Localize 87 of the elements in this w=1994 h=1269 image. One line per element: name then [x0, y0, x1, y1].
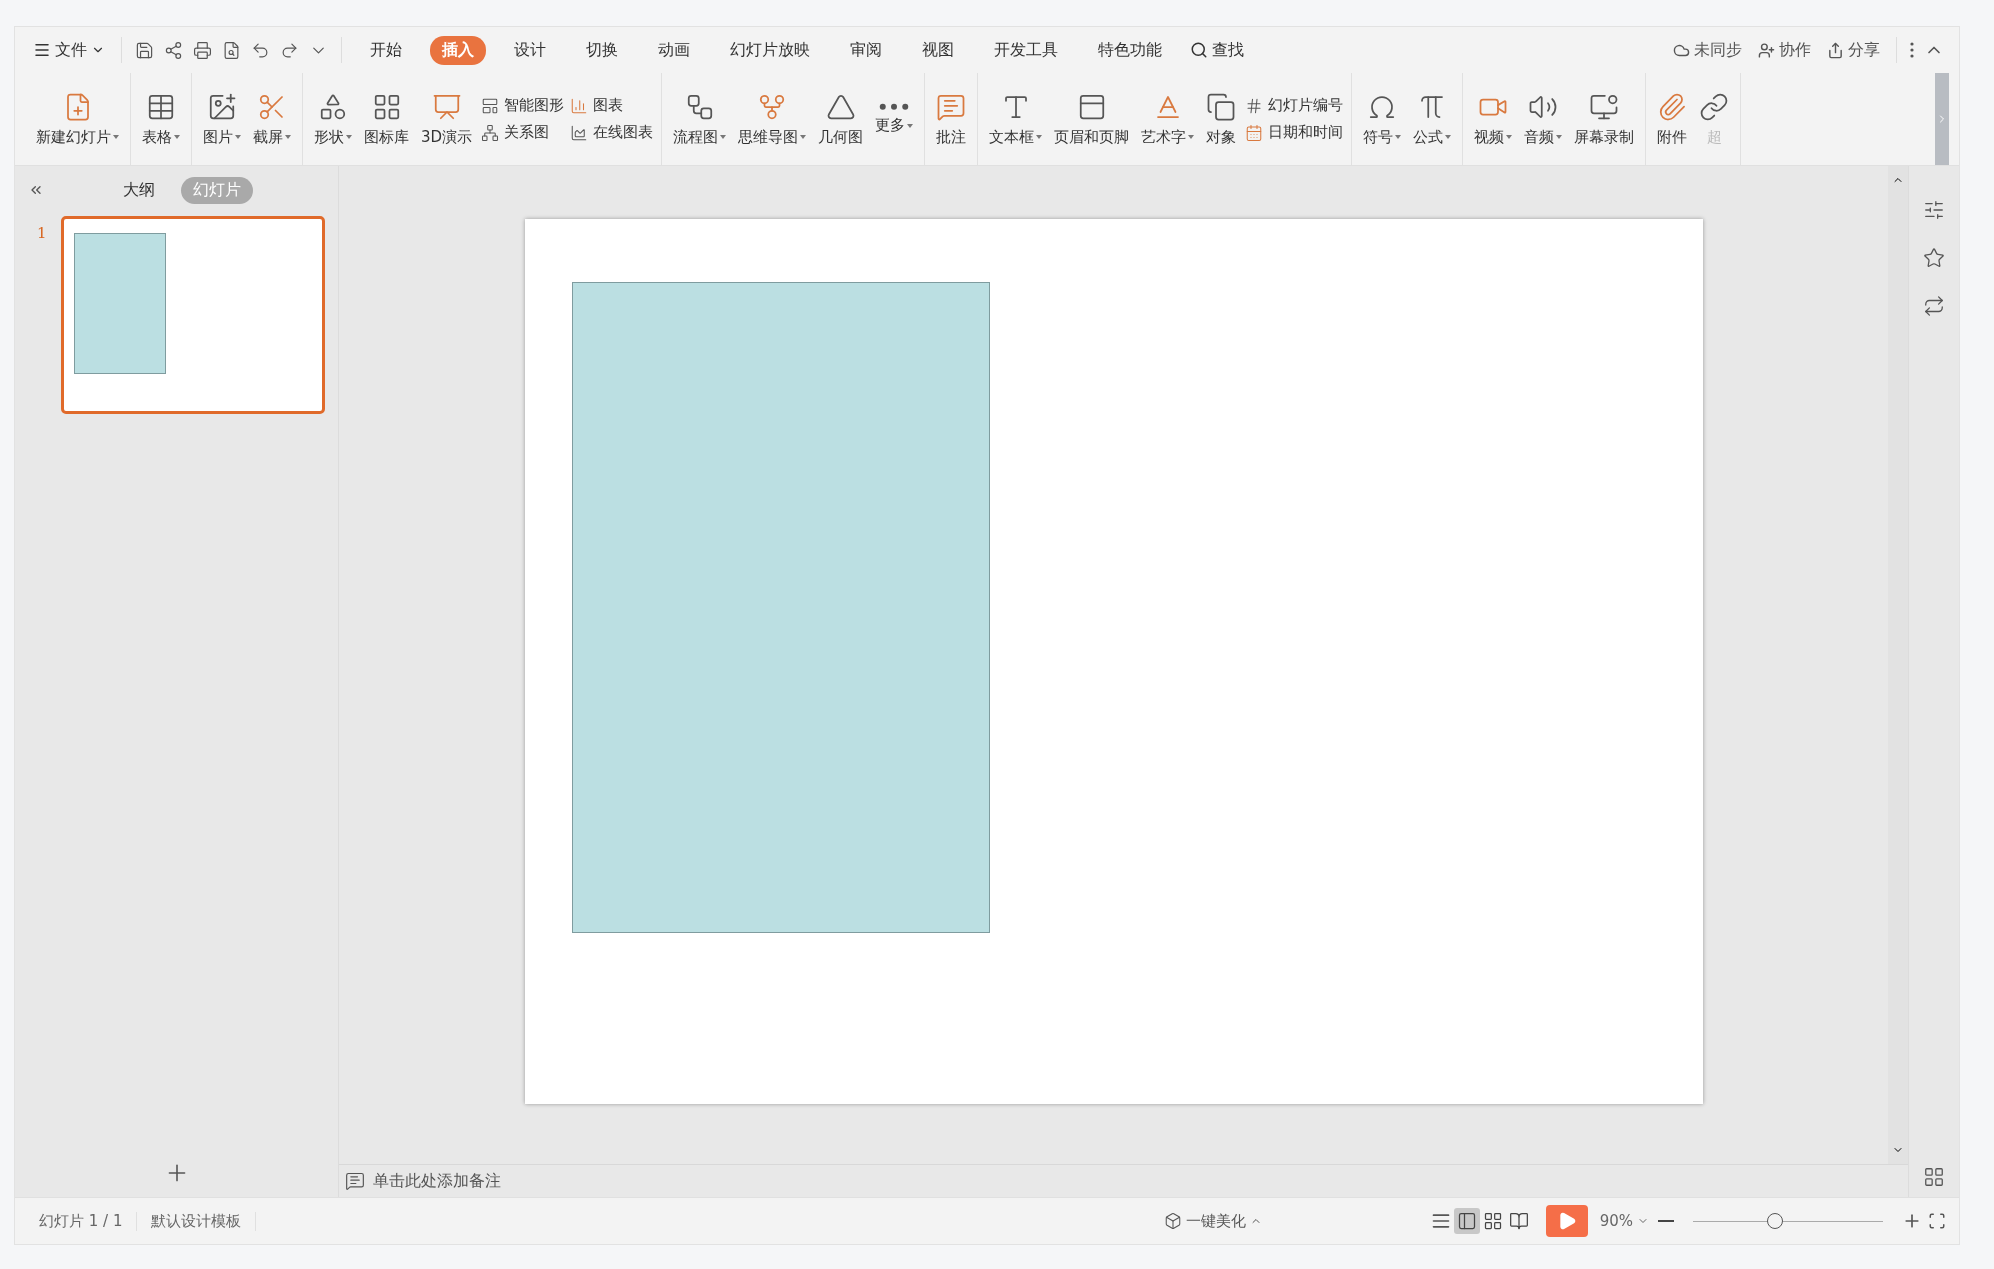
toolbar-button[interactable]: 协作 [1752, 35, 1817, 65]
ribbon-button[interactable]: 音频 [1521, 73, 1566, 165]
ribbon-tab[interactable]: 设计 [502, 35, 558, 65]
smart-art-icon [481, 96, 500, 115]
grid-view-icon [1482, 1211, 1503, 1231]
ribbon-scroll-bar[interactable] [1935, 73, 1949, 165]
ribbon-tab[interactable]: 开始 [358, 35, 414, 65]
share-icon [1827, 41, 1844, 59]
zoom-slider-thumb[interactable] [1766, 1213, 1783, 1229]
save-icon [135, 40, 154, 60]
ribbon-button[interactable]: 表格 [139, 73, 183, 165]
link-icon [1699, 91, 1730, 122]
settings-icon [1923, 199, 1945, 221]
toolbar-button[interactable]: 分享 [1821, 35, 1886, 65]
paperclip-icon [1657, 91, 1688, 122]
more-icon [1910, 42, 1914, 58]
notes-placeholder[interactable]: 单击此处添加备注 [373, 1170, 501, 1192]
print-preview-icon [222, 40, 241, 60]
ribbon-button[interactable]: 公式 [1410, 73, 1455, 165]
toolbar-button[interactable]: 未同步 [1667, 35, 1748, 65]
vertical-scroll-bar[interactable] [1888, 166, 1908, 1164]
ribbon-button[interactable]: 新建幻灯片 [33, 73, 122, 165]
star-icon [1923, 247, 1945, 269]
user-plus-icon [1758, 41, 1775, 59]
online-chart-icon [570, 123, 589, 142]
search-icon [1190, 41, 1208, 59]
panel-tab[interactable]: 大纲 [111, 176, 167, 204]
ribbon-button[interactable]: 截屏 [250, 73, 294, 165]
ribbon-button[interactable]: 思维导图 [735, 73, 810, 165]
slide-count: 幻灯片 1 / 1 [25, 1211, 138, 1231]
ribbon-button[interactable]: 3D演示 [418, 73, 476, 165]
slide-thumbnail[interactable] [61, 216, 325, 414]
object-icon [1206, 91, 1237, 122]
ribbon-button[interactable]: 艺术字 [1138, 73, 1198, 165]
ribbon-button[interactable]: 关系图 [481, 123, 565, 142]
ribbon-tab[interactable]: 特色功能 [1086, 35, 1174, 65]
ribbon-button[interactable]: 幻灯片编号 [1245, 96, 1344, 115]
normal-view-button[interactable] [1453, 1208, 1480, 1234]
ribbon-button[interactable]: 图片 [200, 73, 244, 165]
search-button[interactable]: 查找 [1184, 35, 1250, 65]
ribbon-button[interactable]: 更多 [872, 73, 917, 165]
ribbon-button[interactable]: 智能图形 [481, 96, 565, 115]
normal-view-icon [1456, 1211, 1477, 1231]
ribbon-tab[interactable]: 切换 [574, 35, 630, 65]
ribbon-tab[interactable]: 视图 [910, 35, 966, 65]
image-icon [207, 91, 237, 122]
ribbon-button[interactable]: 在线图表 [570, 123, 654, 142]
zoom-out-button[interactable] [1655, 1217, 1677, 1225]
play-button[interactable] [1545, 1205, 1588, 1237]
ribbon-button[interactable]: 页眉和页脚 [1051, 73, 1133, 165]
ribbon-button[interactable]: 视频 [1471, 73, 1516, 165]
ribbon-button[interactable]: 日期和时间 [1245, 123, 1344, 142]
slide-number: 1 [37, 223, 48, 244]
reading-view-icon [1508, 1211, 1529, 1231]
template-name: 默认设计模板 [137, 1211, 257, 1231]
calendar-icon [1245, 123, 1264, 142]
minus-icon [1658, 1220, 1674, 1222]
ribbon-tab[interactable]: 幻灯片放映 [718, 35, 822, 65]
hash-icon [1245, 96, 1264, 115]
ribbon-button[interactable]: 附件 [1654, 73, 1691, 165]
ribbon-tab[interactable]: 审阅 [838, 35, 894, 65]
chart-icon [570, 96, 589, 115]
zoom-level[interactable]: 90% [1593, 1208, 1655, 1234]
cube-icon [1163, 1212, 1182, 1230]
beautify-button[interactable]: 一键美化 [1157, 1207, 1268, 1235]
ribbon-tab[interactable]: 开发工具 [982, 35, 1070, 65]
ribbon-button[interactable]: 几何图 [815, 73, 867, 165]
note-icon [345, 1171, 365, 1191]
fit-icon [1928, 1212, 1946, 1230]
relation-icon [481, 123, 500, 142]
ribbon-button[interactable]: 屏幕录制 [1571, 73, 1638, 165]
dots-icon [879, 102, 910, 111]
menu-icon [33, 41, 51, 59]
ribbon-button[interactable]: 批注 [933, 73, 970, 165]
ribbon-button[interactable]: 文本框 [986, 73, 1046, 165]
print-icon [193, 40, 212, 60]
ribbon-button[interactable]: 形状 [311, 73, 355, 165]
ribbon-button[interactable]: 图标库 [361, 73, 412, 165]
grid-icon [1923, 1166, 1945, 1188]
ribbon-button[interactable]: 符号 [1360, 73, 1405, 165]
ribbon-button[interactable]: 图表 [570, 96, 654, 115]
lines-icon [1430, 1211, 1451, 1231]
repeat-icon [1923, 295, 1945, 317]
file-menu[interactable]: 文件 [27, 35, 111, 65]
ribbon-tab[interactable]: 动画 [646, 35, 702, 65]
ribbon-button[interactable]: 对象 [1203, 73, 1240, 165]
ribbon-button[interactable]: 流程图 [670, 73, 730, 165]
